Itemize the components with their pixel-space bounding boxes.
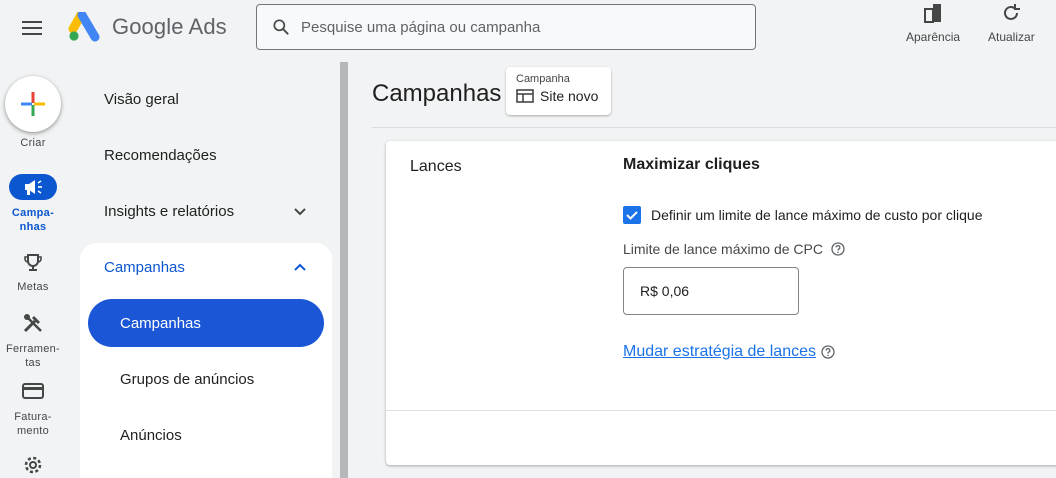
nav-sub-label: Anúncios [120, 426, 182, 444]
header-divider [372, 127, 1056, 128]
billing-rail-label-1: Fatura- [14, 411, 52, 423]
main-menu-button[interactable] [18, 14, 46, 42]
max-cpc-limit-label: Definir um limite de lance máximo de cus… [651, 207, 983, 223]
appearance-label: Aparência [906, 30, 961, 44]
rail-item-settings[interactable] [0, 452, 66, 478]
nav-sub-campaigns[interactable]: Campanhas [88, 299, 324, 347]
billing-rail-label-2: mento [16, 425, 50, 437]
chip-label: Campanha [516, 73, 570, 85]
campaign-selector-chip[interactable]: Campanha Site novo [506, 67, 611, 115]
tools-rail-label-1: Ferramen- [5, 343, 61, 355]
nav-item-campaigns-group[interactable]: Campanhas [80, 243, 332, 291]
nav-item-overview[interactable]: Visão geral [80, 75, 332, 123]
rail-item-campaigns[interactable]: Campa- nhas [0, 174, 66, 234]
logo-text: Google Ads [112, 14, 227, 39]
cpc-field-label: Limite de lance máximo de CPC [623, 241, 823, 257]
chevron-up-icon [294, 263, 306, 271]
tools-icon [23, 314, 42, 333]
chip-value: Site novo [540, 88, 599, 104]
max-cpc-limit-checkbox[interactable] [623, 206, 641, 224]
nav-sub-label: Campanhas [120, 314, 201, 332]
menu-icon-bar [22, 21, 42, 23]
goals-label: Metas [17, 281, 49, 293]
create-label: Criar [20, 137, 46, 149]
change-strategy-row: Mudar estratégia de lances [623, 343, 835, 361]
tools-rail-label-2: tas [25, 357, 41, 369]
tools-icon-wrap [9, 310, 57, 336]
nav-scrollbar[interactable] [340, 62, 348, 478]
max-cpc-limit-option: Definir um limite de lance máximo de cus… [623, 206, 982, 224]
cpc-field-label-row: Limite de lance máximo de CPC [623, 241, 845, 257]
refresh-button[interactable]: Atualizar [988, 2, 1035, 44]
search-icon [273, 19, 289, 35]
campaigns-rail-label-2: nhas [19, 221, 47, 233]
billing-icon-wrap [9, 378, 57, 404]
campaigns-icon-pill [9, 174, 57, 200]
nav-item-label: Campanhas [104, 258, 185, 276]
settings-icon-wrap [9, 452, 57, 478]
plus-icon [21, 92, 45, 116]
appearance-icon [924, 4, 942, 23]
goals-icon-wrap [9, 250, 57, 276]
search-box[interactable] [256, 4, 756, 50]
refresh-label: Atualizar [988, 30, 1035, 44]
icon-rail: Criar Campa- nhas Metas Ferramen- tas Fa… [0, 60, 66, 478]
top-bar: Google Ads Aparência Atualizar [0, 0, 1056, 60]
nav-item-label: Recomendações [104, 146, 217, 164]
rail-item-goals[interactable]: Metas [0, 250, 66, 294]
bidding-card: Lances Maximizar cliques Definir um limi… [386, 141, 1056, 465]
rail-item-tools[interactable]: Ferramen- tas [0, 310, 66, 370]
google-ads-logo-icon [68, 12, 100, 42]
card-divider [386, 410, 1056, 411]
chip-row: Site novo [516, 88, 601, 104]
campaigns-nav-group: Campanhas Campanhas Grupos de anúncios A… [80, 243, 332, 478]
nav-sub-label: Grupos de anúncios [120, 370, 255, 388]
navigation-panel: Visão geral Recomendações Insights e rel… [80, 60, 332, 478]
help-icon[interactable] [821, 345, 835, 359]
checkmark-icon [626, 211, 638, 220]
create-button[interactable] [5, 76, 61, 132]
nav-sub-ad-groups[interactable]: Grupos de anúncios [88, 355, 324, 403]
bidding-strategy-title: Maximizar cliques [623, 156, 760, 173]
credit-card-icon [22, 383, 44, 399]
refresh-icon [1004, 4, 1021, 20]
web-page-icon [516, 89, 534, 103]
change-bid-strategy-link[interactable]: Mudar estratégia de lances [623, 343, 816, 361]
bidding-section-label: Lances [410, 158, 462, 175]
nav-item-label: Visão geral [104, 90, 179, 108]
menu-icon-bar [22, 33, 42, 35]
nav-sub-ads[interactable]: Anúncios [88, 411, 324, 459]
gear-icon [24, 456, 42, 474]
megaphone-icon [25, 180, 42, 195]
google-ads-logo[interactable]: Google Ads [68, 12, 227, 42]
menu-icon-bar [22, 27, 42, 29]
trophy-icon [24, 254, 42, 271]
rail-item-billing[interactable]: Fatura- mento [0, 378, 66, 438]
campaigns-rail-label-1: Campa- [11, 207, 55, 219]
max-cpc-input[interactable] [623, 267, 799, 315]
nav-item-insights[interactable]: Insights e relatórios [80, 187, 332, 235]
nav-item-label: Insights e relatórios [104, 202, 235, 220]
nav-item-recommendations[interactable]: Recomendações [80, 131, 332, 179]
page-title: Campanhas [372, 80, 502, 107]
appearance-button[interactable]: Aparência [906, 2, 960, 44]
search-input[interactable] [301, 18, 741, 36]
chevron-down-icon [294, 208, 306, 216]
help-icon[interactable] [831, 242, 845, 256]
